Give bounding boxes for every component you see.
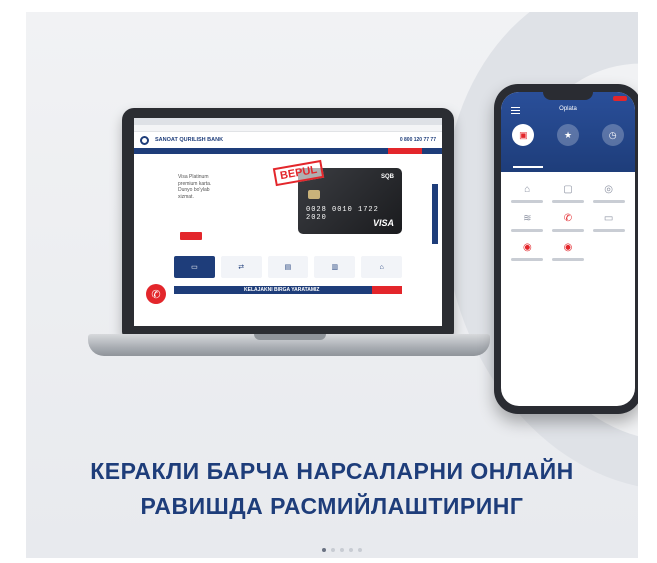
site-phone: 0 800 120 77 77 <box>399 137 436 143</box>
wifi-icon: ≋ <box>523 212 532 224</box>
card-chip-icon <box>308 190 320 199</box>
laptop: SANOAT QURILISH BANK 0 800 120 77 77 Vis… <box>122 108 454 336</box>
grid-item-label <box>551 258 584 261</box>
grid-item-label <box>592 200 625 203</box>
browser-address-bar <box>134 125 442 132</box>
service-exchange-icon: ⇄ <box>220 256 262 278</box>
other-icon: ◉ <box>522 241 532 253</box>
bank-icon: ⌂ <box>524 183 531 195</box>
app-tabs: ▣ ★ ◷ <box>501 124 635 146</box>
grid-item: ▭ <box>590 211 627 232</box>
card-brand: VISA <box>372 218 394 228</box>
app-header: Oplata ▣ ★ ◷ <box>501 92 635 172</box>
gov-icon: ◉ <box>563 241 573 253</box>
utility-icon: ◎ <box>604 183 614 195</box>
site-banner-red <box>372 286 402 294</box>
tv-icon: ▭ <box>603 212 614 224</box>
laptop-notch <box>254 334 326 340</box>
clock-icon: ◷ <box>601 124 624 146</box>
grid-item-label <box>511 258 544 261</box>
hero-text: Visa Platinum premium karta. Dunyo bo'yl… <box>178 174 212 200</box>
wallet-icon: ▢ <box>563 183 573 195</box>
site-side-strip <box>432 184 438 244</box>
carousel-dot[interactable] <box>322 548 326 552</box>
service-deposit-icon: ▤ <box>267 256 309 278</box>
grid-item: ▢ <box>550 182 587 203</box>
battery-icon <box>613 96 627 101</box>
site-services: ▭ ⇄ ▤ ▥ ⌂ <box>134 254 442 280</box>
carousel-dot[interactable] <box>340 548 344 552</box>
carousel-dot[interactable] <box>349 548 353 552</box>
grid-item-label <box>511 200 544 203</box>
hero-button <box>180 232 202 240</box>
smartphone-screen: Oplata ▣ ★ ◷ ⌂ ▢ ◎ ≋ ✆ ▭ ◉ ◉ <box>501 92 635 406</box>
grid-item-label <box>551 229 584 232</box>
site-hero: Visa Platinum premium karta. Dunyo bo'yl… <box>134 154 442 254</box>
carousel-dot[interactable] <box>358 548 362 552</box>
service-transfer-icon: ▥ <box>314 256 356 278</box>
headline-line-1: КЕРАКЛИ БАРЧА НАРСАЛАРНИ ОНЛАЙН <box>90 458 574 484</box>
site-banner-text: KELAJAKNI BIRGA YARATAMIZ <box>244 287 320 293</box>
headline-line-2: РАВИШДА РАСМИЙЛАШТИРИНГ <box>140 493 524 519</box>
grid-item: ≋ <box>509 211 546 232</box>
laptop-screen: SANOAT QURILISH BANK 0 800 120 77 77 Vis… <box>134 118 442 326</box>
active-tab-indicator <box>513 166 543 168</box>
call-icon: ✆ <box>146 284 166 304</box>
browser-tab-bar <box>134 118 442 125</box>
grid-item: ◉ <box>550 240 587 261</box>
phone-icon: ✆ <box>563 212 573 224</box>
service-bank-icon: ⌂ <box>361 256 402 278</box>
grid-item-label <box>511 229 544 232</box>
bank-logo-icon <box>140 135 149 145</box>
app-title: Oplata <box>559 106 577 112</box>
site-header: SANOAT QURILISH BANK 0 800 120 77 77 <box>134 132 442 148</box>
smartphone: Oplata ▣ ★ ◷ ⌂ ▢ ◎ ≋ ✆ ▭ ◉ ◉ <box>494 84 638 414</box>
grid-item: ⌂ <box>509 182 546 203</box>
carousel-dots[interactable] <box>322 548 362 552</box>
service-card-icon: ▭ <box>174 256 215 278</box>
payment-grid: ⌂ ▢ ◎ ≋ ✆ ▭ ◉ ◉ <box>501 172 635 271</box>
site-banner: KELAJAKNI BIRGA YARATAMIZ <box>174 286 402 294</box>
bank-name: SANOAT QURILISH BANK <box>155 137 224 143</box>
grid-item: ◉ <box>509 240 546 261</box>
card-logo: SQB <box>380 174 394 180</box>
carousel-dot[interactable] <box>331 548 335 552</box>
grid-item-label <box>551 200 584 203</box>
status-bar <box>509 96 627 101</box>
grid-item: ✆ <box>550 211 587 232</box>
star-icon: ★ <box>556 124 579 146</box>
promo-frame: SANOAT QURILISH BANK 0 800 120 77 77 Vis… <box>26 12 638 558</box>
grid-item: ◎ <box>590 182 627 203</box>
grid-item-label <box>592 229 625 232</box>
wallet-icon: ▣ <box>512 124 535 146</box>
